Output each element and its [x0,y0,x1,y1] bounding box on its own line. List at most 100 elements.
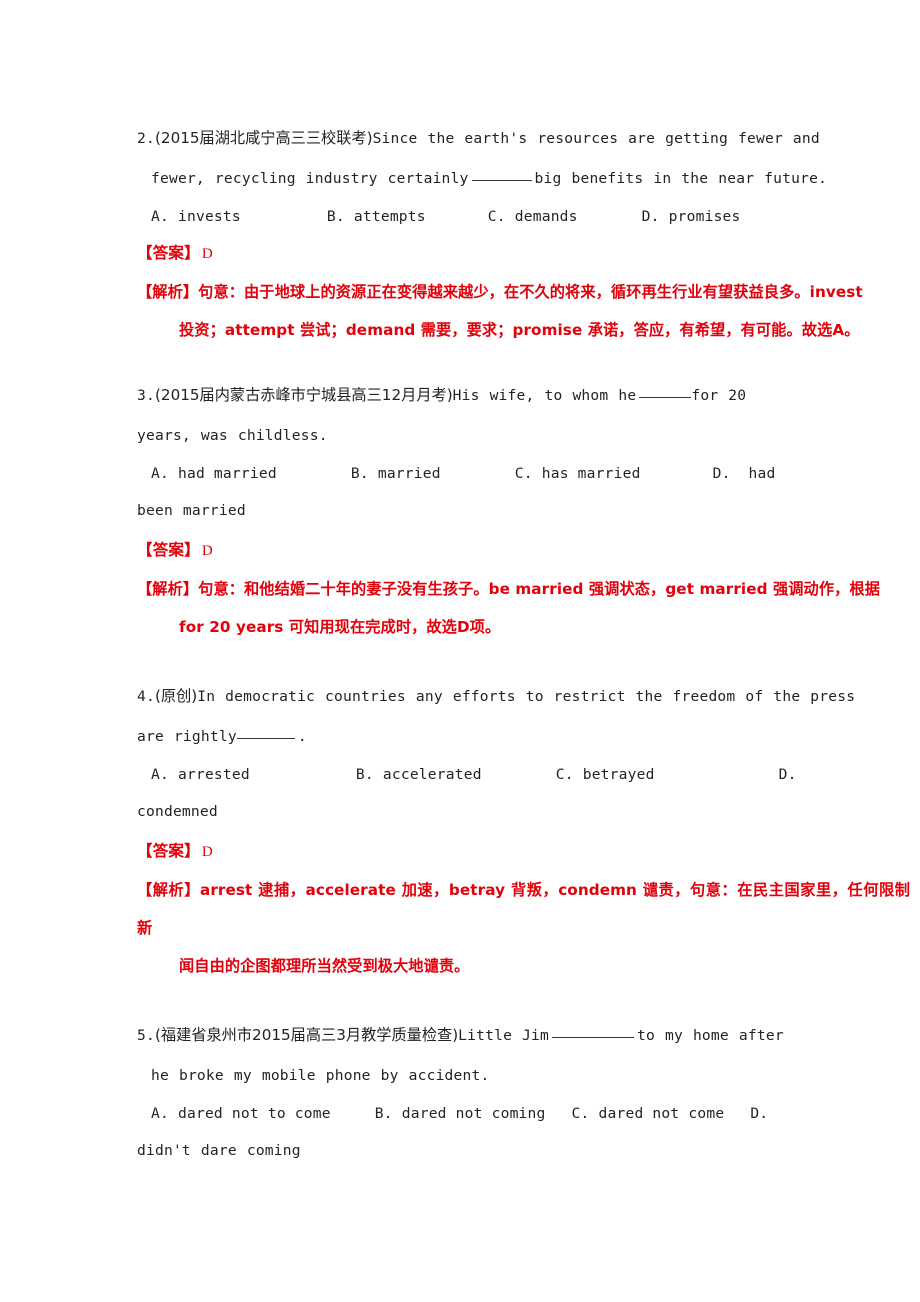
question-4-source: (原创) [154,687,198,705]
question-5-option-c[interactable]: C. dared not come [572,1105,725,1122]
option-label: A. [151,1105,169,1122]
question-3-option-c[interactable]: C. has married [515,465,641,482]
option-label: B. [350,465,369,482]
question-2-stem: 2.(2015届湖北咸宁高三三校联考)Since the earth's res… [137,118,910,159]
question-4-analysis: 【解析】arrest 逮捕，accelerate 加速，betray 背叛，co… [137,871,910,985]
analysis-line-2: for 20 years 可知用现在完成时，故选D项。 [179,618,501,636]
question-3-options-overflow: been married [137,491,910,531]
question-2-answer: 【答案】 D [137,234,910,273]
option-text: arrested [177,766,250,783]
option-text: betrayed [582,766,655,783]
question-5-source: (福建省泉州市2015届高三3月教学质量检查) [154,1026,459,1044]
question-2-analysis: 【解析】句意：由于地球上的资源正在变得越来越少，在不久的将来，循环再生行业有望获… [137,273,910,349]
question-5-blank[interactable] [552,1037,635,1038]
question-4-blank[interactable] [236,738,295,739]
question-2-source: (2015届湖北咸宁高三三校联考) [154,129,373,147]
document-content: 2.(2015届湖北咸宁高三三校联考)Since the earth's res… [137,118,910,1171]
question-3-stem: 3.(2015届内蒙古赤峰市宁城县高三12月月考)His wife, to wh… [137,375,910,416]
question-4-stem-line2-pre: are rightly [137,728,237,745]
question-5-stem-line1-pre: Little Jim [458,1027,550,1044]
option-text: promises [668,208,741,225]
option-label: B. [374,1105,393,1122]
question-3-option-b[interactable]: B. married [351,465,441,482]
question-3-number: 3. [137,387,155,404]
question-3-stem-line2: years, was childless. [137,416,910,456]
question-2-option-b[interactable]: B. attempts [327,208,426,225]
question-4-stem-line2: are rightly. [137,717,910,757]
option-text: accelerated [382,766,482,783]
question-5-options: A. dared not to come B. dared not coming C… [137,1096,910,1131]
analysis-line-1: arrest 逮捕，accelerate 加速，betray 背叛，condem… [137,881,910,937]
option-label: C. [571,1105,590,1122]
question-2-option-a[interactable]: A. invests [151,208,241,225]
question-4-option-b[interactable]: B. accelerated [356,766,482,783]
question-5-options-overflow-text: didn't dare coming [137,1142,301,1159]
option-label: D. [778,766,797,783]
option-label: C. [555,766,574,783]
question-3-option-d[interactable]: D. had [713,465,776,482]
question-2-stem-line2-post: big benefits in the near future. [534,170,828,187]
question-2-option-c[interactable]: C. demands [488,208,578,225]
answer-tag: 【答案】 [137,244,200,262]
question-2-option-d[interactable]: D. promises [642,208,741,225]
option-label: B. [326,208,345,225]
question-5-stem-line2: he broke my mobile phone by accident. [137,1056,910,1096]
question-2-blank[interactable] [471,180,532,181]
option-label: C. [514,465,533,482]
option-label: D. [750,1105,769,1122]
option-label: A. [151,465,169,482]
question-4-answer: 【答案】 D [137,832,910,871]
question-3-answer: 【答案】 D [137,531,910,570]
question-4-option-c[interactable]: C. betrayed [556,766,655,783]
question-3-source: (2015届内蒙古赤峰市宁城县高三12月月考) [154,386,453,404]
analysis-tag: 【解析】 [137,881,200,899]
question-5-stem: 5.(福建省泉州市2015届高三3月教学质量检查)Little Jim to my… [137,1015,910,1056]
question-2-stem-line2: fewer, recycling industry certainly big b… [137,159,910,199]
option-text: demands [514,208,578,225]
question-4-option-d[interactable]: D. [779,766,797,783]
document-page: 2.(2015届湖北咸宁高三三校联考)Since the earth's res… [0,0,920,1302]
option-label: A. [151,208,169,225]
question-block-2: 2.(2015届湖北咸宁高三三校联考)Since the earth's res… [137,118,910,349]
answer-value: D [201,543,213,559]
question-4-options-overflow: condemned [137,792,910,832]
question-3-option-a[interactable]: A. had married [151,465,277,482]
option-label: A. [151,766,169,783]
option-text: dared not come [598,1105,725,1122]
question-5-option-a[interactable]: A. dared not to come [151,1105,331,1122]
question-5-option-d[interactable]: D. [750,1105,768,1122]
analysis-tag: 【解析】 [137,283,199,301]
question-4-options: A. arrested B. accelerated C. betrayed D. [137,757,910,792]
question-3-options-overflow-text: been married [137,502,246,519]
analysis-line-2: 闻自由的企图都理所当然受到极大地谴责。 [179,957,470,975]
question-2-options: A. invests B. attempts C. demands D. promis… [137,199,910,234]
question-block-5: 5.(福建省泉州市2015届高三3月教学质量检查)Little Jim to my… [137,1015,910,1171]
question-4-stem: 4.(原创)In democratic countries any effort… [137,676,910,717]
answer-tag: 【答案】 [137,541,200,559]
question-block-3: 3.(2015届内蒙古赤峰市宁城县高三12月月考)His wife, to wh… [137,375,910,646]
analysis-line-2: 投资；attempt 尝试；demand 需要，要求；promise 承诺，答应… [179,321,860,339]
question-4-number: 4. [137,688,155,705]
option-label: D. [641,208,660,225]
question-3-blank[interactable] [639,397,692,398]
question-5-options-overflow: didn't dare coming [137,1131,910,1171]
option-text: dared not to come [177,1105,331,1122]
option-label: D. [712,465,731,482]
question-5-option-b[interactable]: B. dared not coming [375,1105,546,1122]
analysis-tag: 【解析】 [137,580,199,598]
question-3-stem-line1: His wife, to whom he [452,387,637,404]
question-2-stem-line1: Since the earth's resources are getting … [372,130,820,147]
analysis-line-1: 句意：由于地球上的资源正在变得越来越少，在不久的将来，循环再生行业有望获益良多。… [198,283,863,301]
option-text: dared not coming [401,1105,546,1122]
analysis-line-1: 句意：和他结婚二十年的妻子没有生孩子。be married 强调状态，get m… [198,580,880,598]
question-block-4: 4.(原创)In democratic countries any effort… [137,676,910,985]
answer-value: D [201,844,213,860]
question-3-stem-line2-text: years, was childless. [137,427,328,444]
question-4-option-a[interactable]: A. arrested [151,766,250,783]
question-5-stem-line2-text: he broke my mobile phone by accident. [151,1067,490,1084]
question-4-stem-line2-post: . [297,728,307,745]
question-4-options-overflow-text: condemned [137,803,218,820]
